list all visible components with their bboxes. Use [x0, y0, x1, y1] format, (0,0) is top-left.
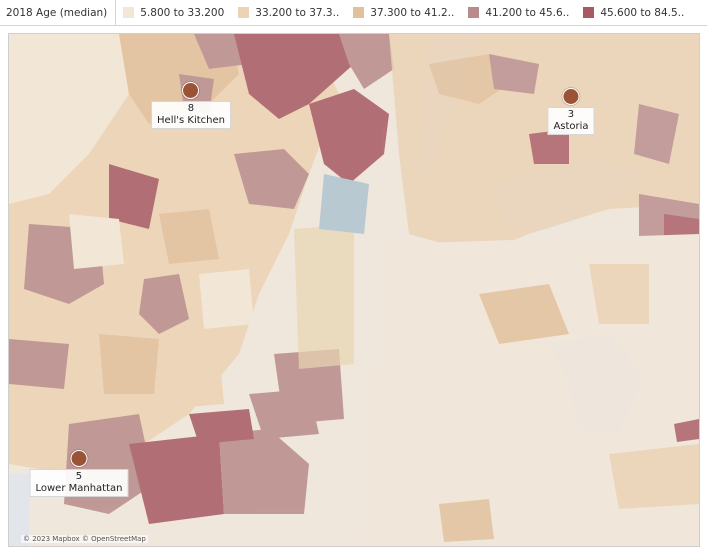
legend-item-3[interactable]: 37.300 to 41.2.. — [346, 7, 461, 19]
legend-swatch — [123, 7, 135, 18]
legend-swatch — [353, 7, 365, 18]
marker-name: Astoria — [553, 121, 589, 132]
legend-label: 37.300 to 41.2.. — [370, 6, 455, 19]
marker-name: Lower Manhattan — [35, 483, 123, 494]
marker-count: 8 — [187, 103, 195, 114]
legend-item-1[interactable]: 5.800 to 33.200 — [116, 7, 231, 19]
marker-count: 3 — [567, 109, 575, 120]
marker-hells-kitchen[interactable]: 8 Hell's Kitchen — [151, 82, 231, 129]
legend-label: 5.800 to 33.200 — [140, 6, 225, 19]
choropleth-map[interactable]: 8 Hell's Kitchen 3 Astoria 5 Lower Manha… — [8, 33, 700, 547]
marker-label: 5 Lower Manhattan — [29, 469, 129, 497]
legend-label: 41.200 to 45.6.. — [485, 6, 570, 19]
legend-label: 45.600 to 84.5.. — [600, 6, 685, 19]
legend-swatch — [583, 7, 595, 18]
location-pin-icon[interactable] — [562, 88, 580, 105]
legend-swatch — [468, 7, 480, 18]
legend-swatch — [238, 7, 250, 18]
marker-lower-manhattan[interactable]: 5 Lower Manhattan — [29, 450, 129, 497]
legend-label: 33.200 to 37.3.. — [255, 6, 340, 19]
marker-name: Hell's Kitchen — [157, 115, 225, 126]
legend-item-5[interactable]: 45.600 to 84.5.. — [576, 7, 691, 19]
legend-item-4[interactable]: 41.200 to 45.6.. — [461, 7, 576, 19]
location-pin-icon[interactable] — [182, 82, 200, 99]
legend-item-2[interactable]: 33.200 to 37.3.. — [231, 7, 346, 19]
marker-count: 5 — [75, 471, 83, 482]
legend-title: 2018 Age (median) — [0, 0, 117, 25]
color-legend: 2018 Age (median) 5.800 to 33.200 33.200… — [0, 0, 707, 26]
map-attribution[interactable]: © 2023 Mapbox © OpenStreetMap — [21, 535, 148, 543]
marker-label: 8 Hell's Kitchen — [151, 101, 231, 129]
marker-label: 3 Astoria — [547, 107, 595, 135]
marker-astoria[interactable]: 3 Astoria — [547, 88, 595, 135]
location-pin-icon[interactable] — [70, 450, 88, 467]
